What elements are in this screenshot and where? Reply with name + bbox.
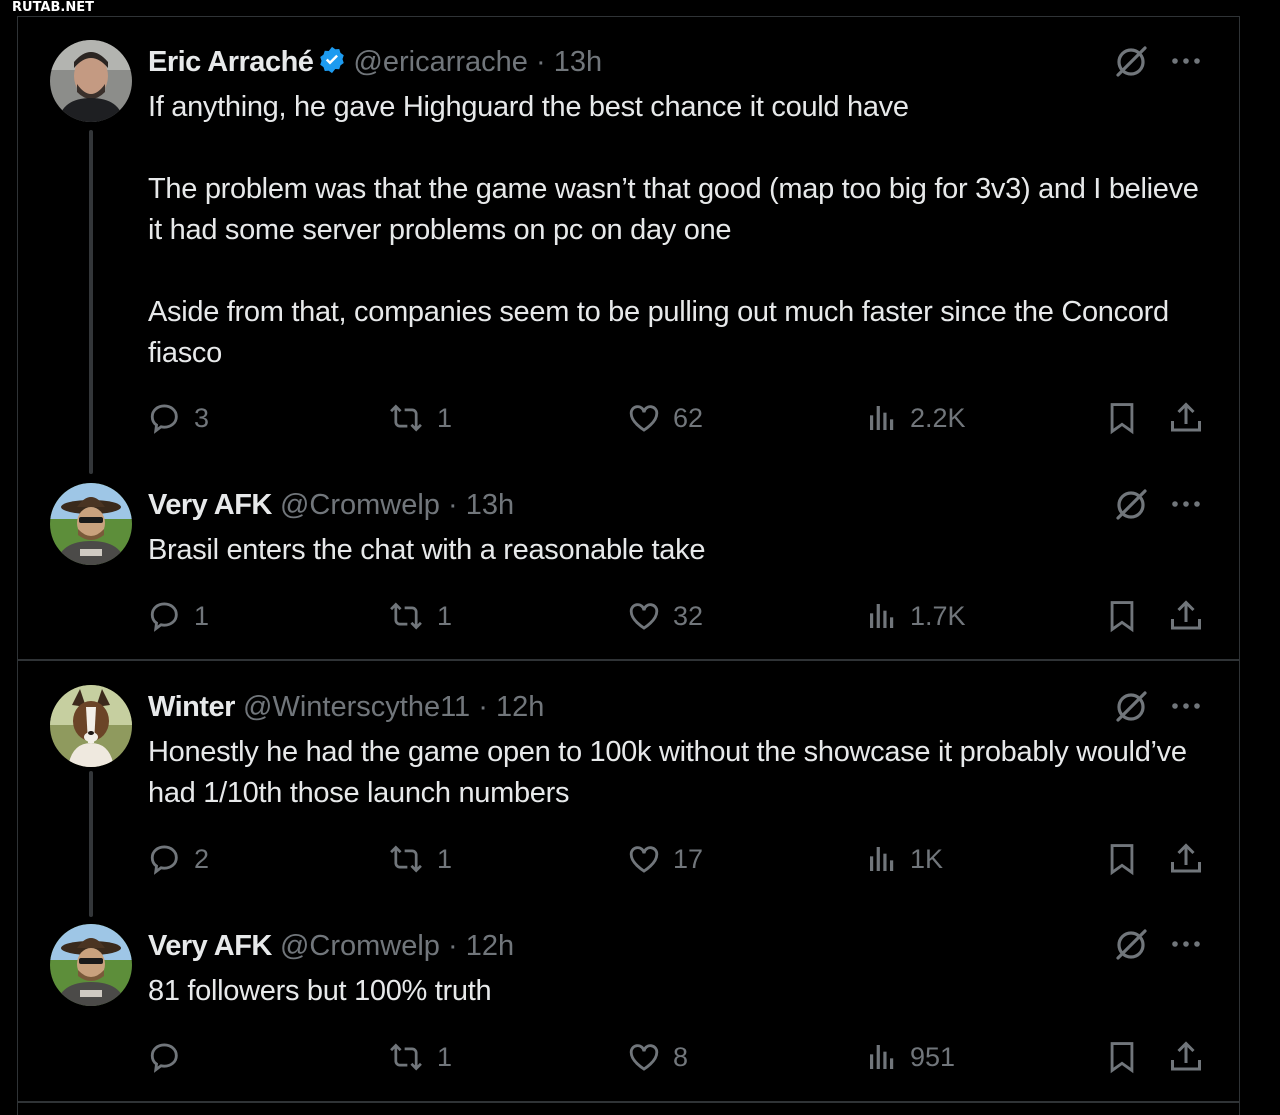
- views-button[interactable]: 951: [866, 1037, 955, 1077]
- reply-icon: [148, 1040, 182, 1074]
- author-handle[interactable]: @Winterscythe11: [243, 691, 470, 723]
- repost-count: 1: [437, 600, 453, 631]
- separator-dot: ·: [447, 489, 458, 521]
- repost-icon: [387, 842, 425, 876]
- views-button[interactable]: 2.2K: [866, 398, 966, 438]
- repost-icon: [387, 401, 425, 435]
- heart-icon: [627, 1040, 661, 1074]
- views-icon: [866, 402, 898, 434]
- author-handle[interactable]: @Cromwelp: [280, 489, 440, 521]
- tweet-timestamp[interactable]: 12h: [496, 691, 544, 723]
- share-icon[interactable]: [1168, 1037, 1204, 1077]
- like-button[interactable]: 17: [627, 839, 703, 879]
- bookmark-icon[interactable]: [1105, 596, 1139, 636]
- separator-dot: ·: [447, 930, 458, 962]
- reply-button[interactable]: 2: [148, 839, 209, 879]
- more-icon[interactable]: [1168, 926, 1204, 962]
- author-name[interactable]: Eric Arraché: [148, 46, 314, 78]
- tweet-timestamp[interactable]: 12h: [466, 930, 514, 962]
- like-count: 62: [673, 402, 704, 433]
- avatar[interactable]: [50, 924, 132, 1006]
- separator-dot: ·: [535, 46, 546, 78]
- reply-icon: [148, 401, 182, 435]
- tweet-actions: 1 8 951: [0, 1037, 1280, 1077]
- bookmark-icon[interactable]: [1105, 839, 1139, 879]
- views-count: 2.2K: [910, 402, 966, 433]
- reply-button[interactable]: [148, 1037, 194, 1077]
- author-handle[interactable]: @Cromwelp: [280, 930, 440, 962]
- views-button[interactable]: 1.7K: [866, 596, 966, 636]
- like-button[interactable]: 8: [627, 1037, 688, 1077]
- views-button[interactable]: 1K: [866, 839, 943, 879]
- share-icon[interactable]: [1168, 596, 1204, 636]
- repost-count: 1: [437, 1041, 453, 1072]
- repost-count: 1: [437, 843, 453, 874]
- watermark-label: RUTAB.NET: [0, 0, 104, 16]
- avatar[interactable]: [50, 685, 132, 767]
- tweet-text: Honestly he had the game open to 100k wi…: [148, 736, 1187, 809]
- author-name[interactable]: Winter: [148, 691, 235, 723]
- heart-icon: [627, 401, 661, 435]
- tweet-text: 81 followers but 100% truth: [148, 975, 492, 1007]
- repost-button[interactable]: 1: [387, 596, 452, 636]
- repost-button[interactable]: 1: [387, 398, 452, 438]
- like-button[interactable]: 32: [627, 596, 703, 636]
- views-count: 1K: [910, 843, 944, 874]
- grok-icon[interactable]: [1112, 43, 1150, 81]
- tweet-actions: 2 1 17 1K: [0, 839, 1280, 879]
- reply-icon: [148, 599, 182, 633]
- like-count: 17: [673, 843, 704, 874]
- tweet-header: Winter @Winterscythe11 · 12h: [148, 690, 544, 724]
- tweet-header: Very AFK @Cromwelp · 13h: [148, 488, 514, 522]
- reply-button[interactable]: 1: [148, 596, 209, 636]
- reply-count: 2: [194, 843, 210, 874]
- tweet-header: Very AFK @Cromwelp · 12h: [148, 929, 514, 963]
- more-icon[interactable]: [1168, 486, 1204, 522]
- grok-icon[interactable]: [1112, 688, 1150, 726]
- share-icon[interactable]: [1168, 839, 1204, 879]
- repost-icon: [387, 599, 425, 633]
- views-icon: [866, 600, 898, 632]
- repost-button[interactable]: 1: [387, 1037, 452, 1077]
- views-count: 951: [910, 1041, 956, 1072]
- conversation-divider: [17, 1101, 1239, 1103]
- repost-count: 1: [437, 402, 453, 433]
- heart-icon: [627, 599, 661, 633]
- reply-count: 3: [194, 402, 210, 433]
- reply-count: 1: [194, 600, 210, 631]
- views-count: 1.7K: [910, 600, 966, 631]
- tweet-text: If anything, he gave Highguard the best …: [148, 91, 1199, 369]
- views-icon: [866, 843, 898, 875]
- grok-icon[interactable]: [1112, 486, 1150, 524]
- grok-icon[interactable]: [1112, 926, 1150, 964]
- tweet-actions: 1 1 32 1.7K: [0, 596, 1280, 636]
- more-icon[interactable]: [1168, 688, 1204, 724]
- tweet-actions: 3 1 62 2.2K: [0, 398, 1280, 438]
- tweet-header: Eric Arraché @ericarrache · 13h: [148, 45, 602, 83]
- more-icon[interactable]: [1168, 43, 1204, 79]
- verified-badge-icon: [317, 45, 347, 83]
- author-name[interactable]: Very AFK: [148, 489, 272, 521]
- repost-button[interactable]: 1: [387, 839, 452, 879]
- tweet-timestamp[interactable]: 13h: [466, 489, 514, 521]
- reply-button[interactable]: 3: [148, 398, 209, 438]
- tweet-text: Brasil enters the chat with a reasonable…: [148, 534, 706, 566]
- avatar[interactable]: [50, 40, 132, 122]
- like-count: 8: [673, 1041, 689, 1072]
- like-button[interactable]: 62: [627, 398, 703, 438]
- author-handle[interactable]: @ericarrache: [353, 46, 528, 78]
- separator-dot: ·: [478, 691, 488, 723]
- conversation-divider: [17, 659, 1239, 661]
- author-name[interactable]: Very AFK: [148, 930, 272, 962]
- bookmark-icon[interactable]: [1105, 1037, 1139, 1077]
- bookmark-icon[interactable]: [1105, 398, 1139, 438]
- heart-icon: [627, 842, 661, 876]
- reply-icon: [148, 842, 182, 876]
- repost-icon: [387, 1040, 425, 1074]
- views-icon: [866, 1041, 898, 1073]
- share-icon[interactable]: [1168, 398, 1204, 438]
- avatar[interactable]: [50, 483, 132, 565]
- tweet-timestamp[interactable]: 13h: [554, 46, 602, 78]
- like-count: 32: [673, 600, 704, 631]
